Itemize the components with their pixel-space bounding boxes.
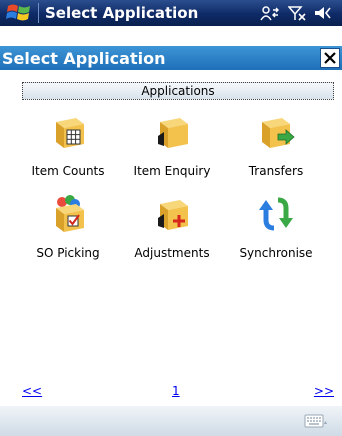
app-synchronise[interactable]: Synchronise <box>222 194 330 274</box>
app-label: SO Picking <box>36 246 100 260</box>
page-number-link[interactable]: 1 <box>172 384 180 398</box>
connectivity-icon[interactable] <box>260 5 280 21</box>
app-transfers[interactable]: Transfers <box>222 112 330 192</box>
start-button[interactable] <box>0 0 38 26</box>
applications-header[interactable]: Applications <box>22 82 334 100</box>
os-status-bar: Select Application <box>0 0 342 26</box>
status-separator <box>38 3 39 23</box>
system-tray <box>260 5 342 21</box>
keyboard-button[interactable] <box>304 414 328 430</box>
app-label: Synchronise <box>239 246 313 260</box>
app-so-picking[interactable]: SO Picking <box>14 194 122 274</box>
pagination: << 1 >> <box>22 384 334 402</box>
item-counts-icon <box>56 118 84 148</box>
adjustments-icon <box>158 200 188 230</box>
prev-page-link[interactable]: << <box>22 384 42 398</box>
next-page-link[interactable]: >> <box>314 384 334 398</box>
app-label: Item Enquiry <box>133 164 211 178</box>
so-picking-icon <box>56 195 84 232</box>
app-title-bar: Select Application <box>0 46 342 70</box>
app-adjustments[interactable]: Adjustments <box>118 194 226 274</box>
keyboard-icon <box>304 414 327 428</box>
app-label: Item Counts <box>31 164 105 178</box>
app-item-enquiry[interactable]: Item Enquiry <box>118 112 226 192</box>
speaker-icon[interactable] <box>314 5 332 21</box>
app-title: Select Application <box>2 48 166 68</box>
soft-key-bar <box>0 406 342 436</box>
transfers-icon <box>262 118 295 148</box>
item-enquiry-icon <box>158 118 188 148</box>
close-icon <box>324 52 336 64</box>
windows-start-icon <box>6 4 30 21</box>
app-label: Transfers <box>248 164 304 178</box>
app-label: Adjustments <box>134 246 210 260</box>
signal-off-icon[interactable] <box>288 5 306 21</box>
status-title: Select Application <box>45 4 199 22</box>
synchronise-icon <box>259 197 293 231</box>
close-button[interactable] <box>320 48 340 68</box>
app-item-counts[interactable]: Item Counts <box>14 112 122 192</box>
